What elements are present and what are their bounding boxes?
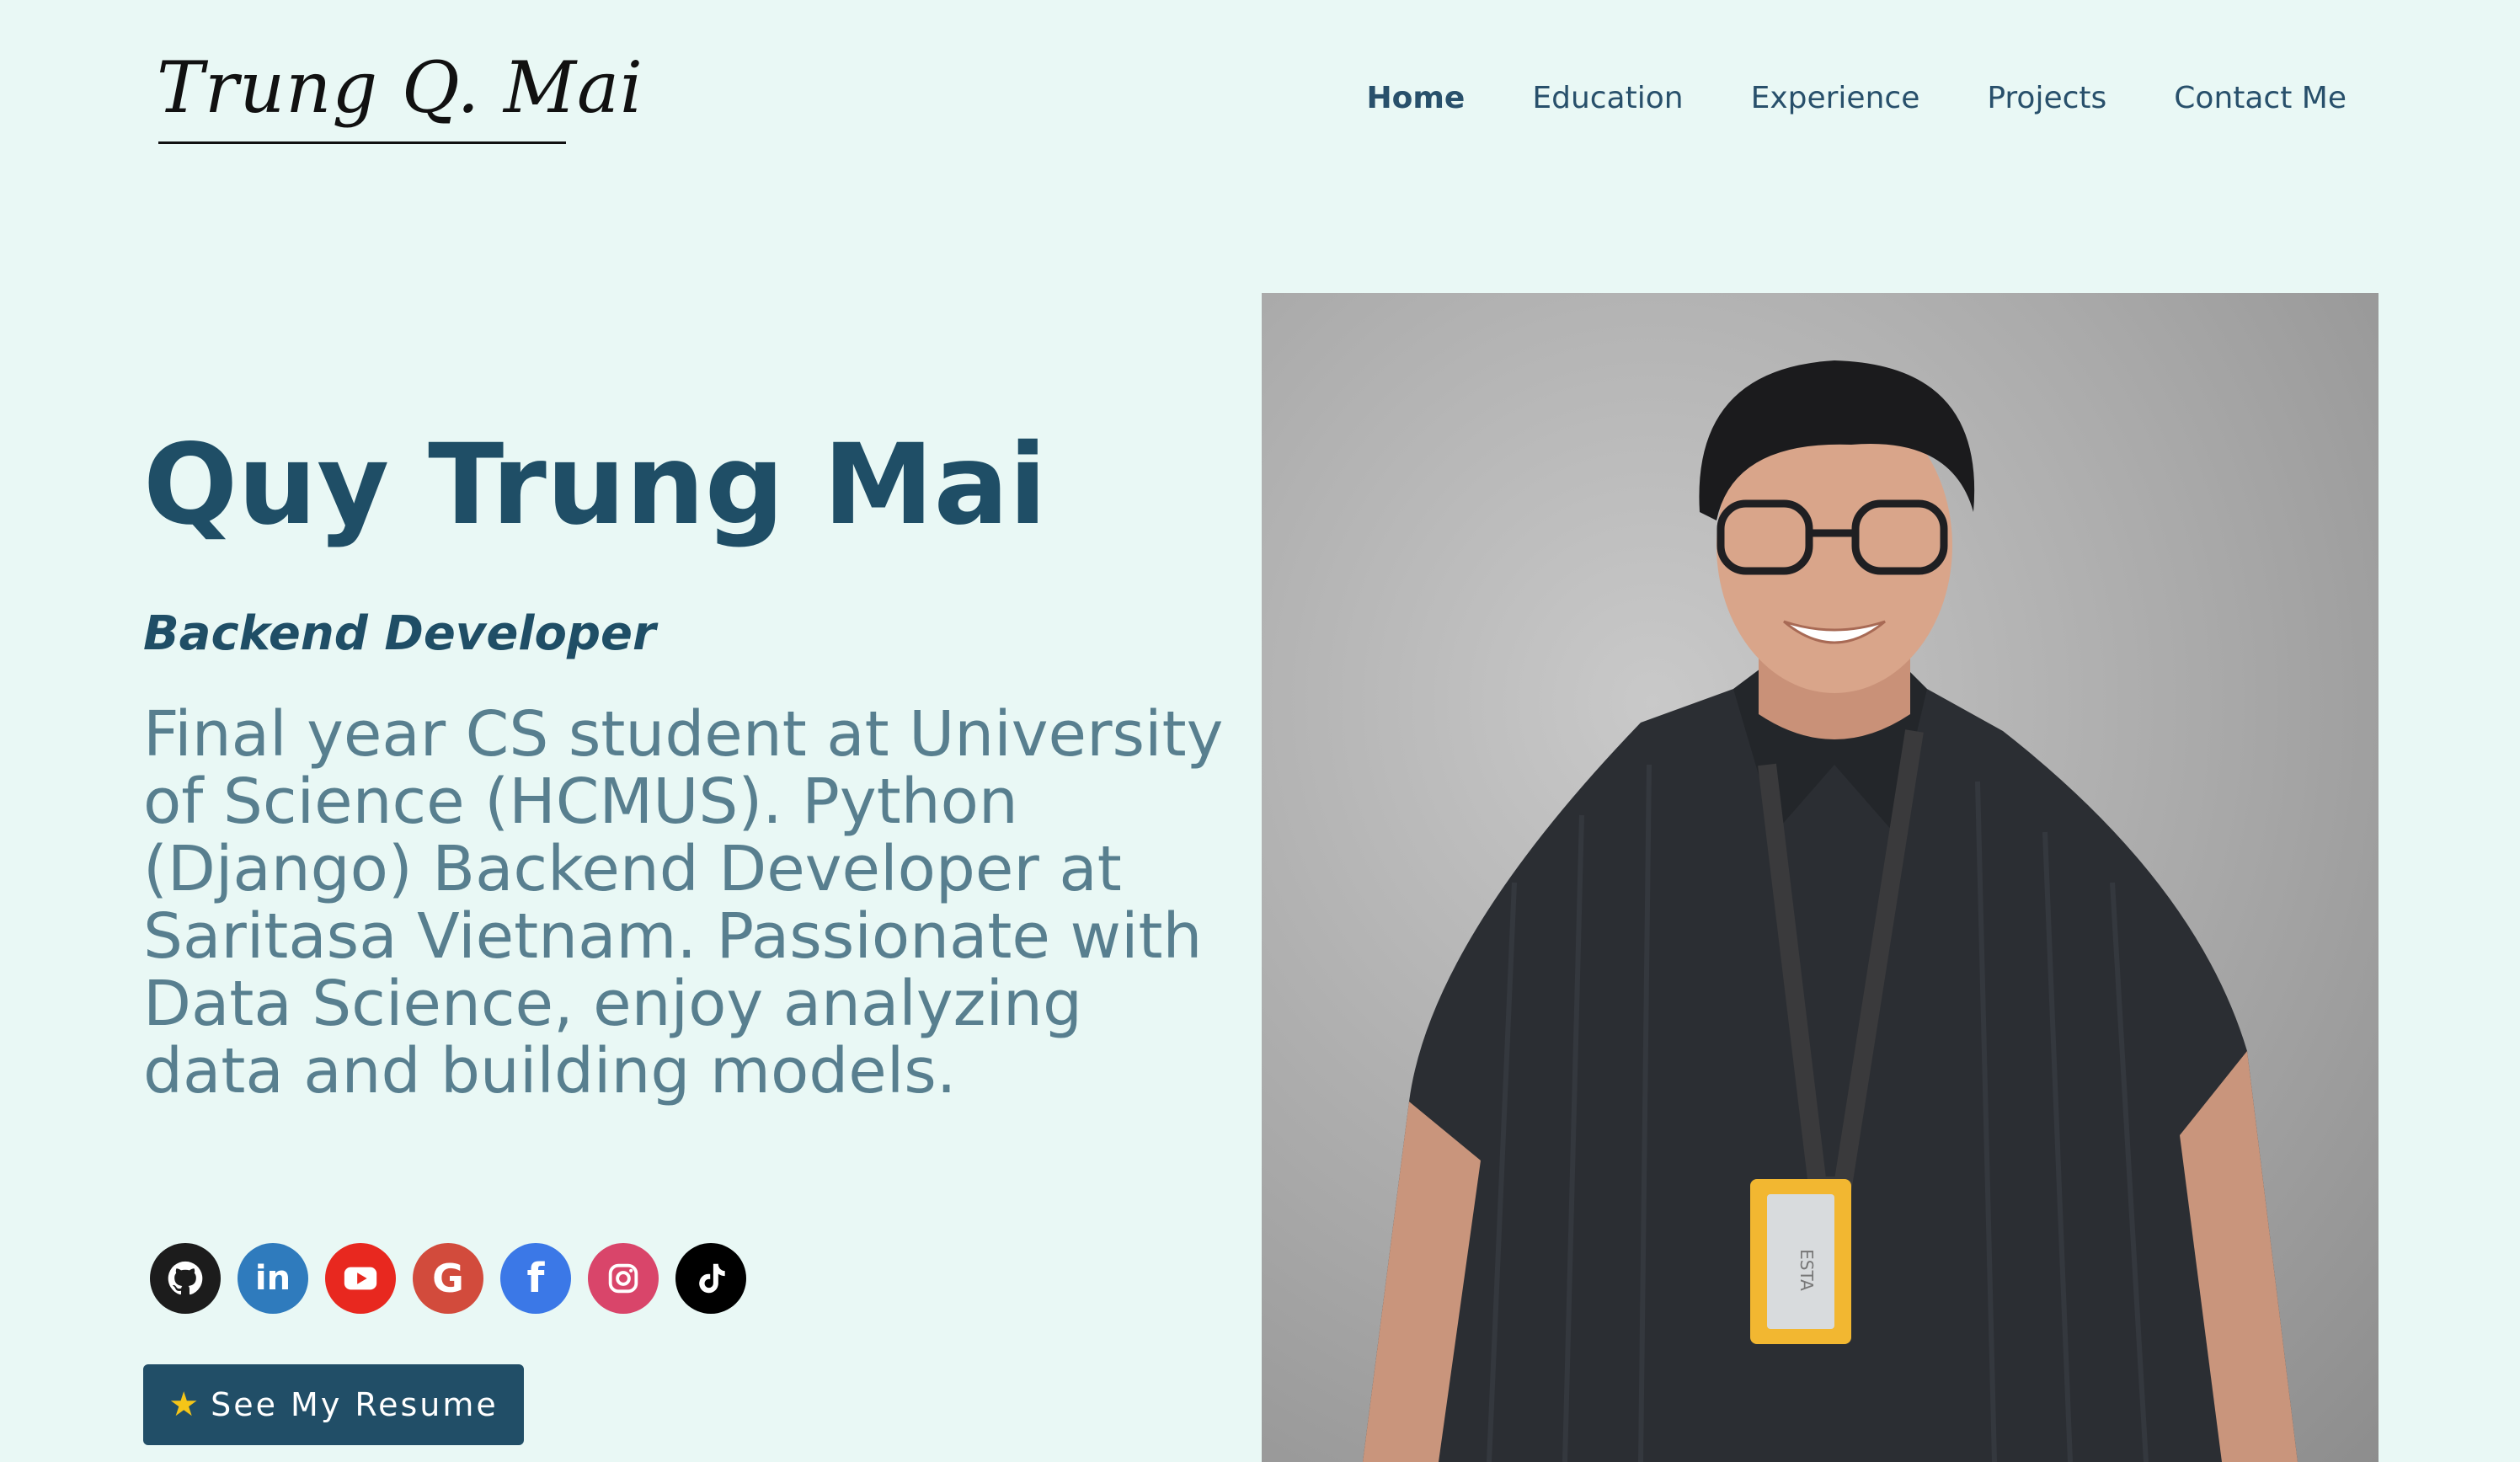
facebook-icon[interactable]: f [500, 1243, 571, 1314]
github-glyph [168, 1261, 203, 1295]
hero-name: Quy Trung Mai [143, 420, 1047, 550]
logo[interactable]: Trung Q. Mai [157, 52, 643, 123]
tiktok-icon[interactable] [675, 1243, 746, 1314]
see-resume-button[interactable]: ★ See My Resume [143, 1364, 524, 1445]
instagram-icon[interactable] [588, 1243, 659, 1314]
profile-photo-illustration: ESTA [1363, 360, 2298, 1462]
instagram-glyph [608, 1263, 638, 1294]
youtube-glyph [344, 1267, 377, 1290]
nav-projects[interactable]: Projects [1987, 81, 2106, 115]
hero-bio: Final year CS student at University of S… [143, 698, 1224, 1107]
tiktok-glyph [699, 1263, 725, 1294]
github-icon[interactable] [150, 1243, 221, 1314]
nav-contact-me[interactable]: Contact Me [2174, 81, 2346, 115]
hero-role: Backend Developer [143, 606, 656, 661]
logo-underline [158, 141, 566, 144]
see-resume-label: See My Resume [211, 1386, 499, 1423]
profile-photo: ESTA [1262, 293, 2379, 1462]
nav-education[interactable]: Education [1532, 81, 1683, 115]
badge-text: ESTA [1797, 1249, 1817, 1291]
nav-experience[interactable]: Experience [1751, 81, 1920, 115]
nav-home[interactable]: Home [1367, 81, 1466, 115]
youtube-icon[interactable] [325, 1243, 396, 1314]
linkedin-icon[interactable]: in [238, 1243, 308, 1314]
main-nav: Home Education Experience Projects Conta… [1367, 81, 2346, 115]
social-links: in G f [150, 1243, 746, 1314]
star-icon: ★ [168, 1385, 200, 1424]
google-icon[interactable]: G [413, 1243, 483, 1314]
